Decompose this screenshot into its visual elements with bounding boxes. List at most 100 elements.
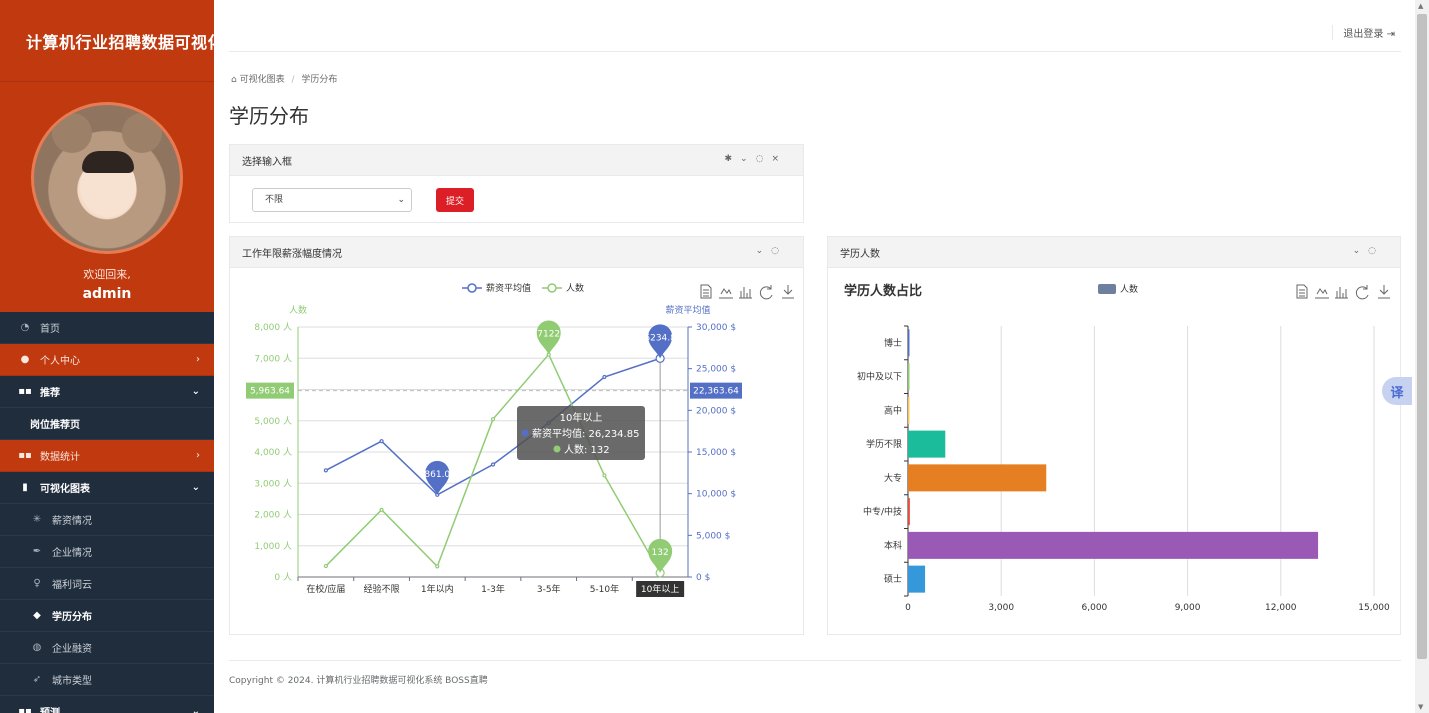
- main-content: 退出登录 ⇥ ⌂ 可视化图表 / 学历分布 学历分布 选择输入框 ✱⌄◌× 不限…: [214, 0, 1415, 713]
- left-tick-label: 3,000 人: [254, 478, 292, 489]
- scroll-down-arrow[interactable]: ▼: [1418, 703, 1423, 711]
- scroll-up-arrow[interactable]: ▲: [1418, 2, 1423, 10]
- bar-switch-icon[interactable]: [1335, 287, 1348, 299]
- sidebar-item-financing[interactable]: ◍ 企业融资: [0, 632, 214, 664]
- x-tick-label: 10年以上: [641, 583, 679, 595]
- chevron-down-icon[interactable]: ⌄: [1353, 246, 1369, 256]
- education-panel-title: 学历人数: [840, 248, 880, 260]
- chevron-right-icon: ›: [196, 450, 200, 461]
- user-icon: ●: [20, 354, 30, 365]
- chevron-right-icon: ›: [196, 354, 200, 365]
- y-tick-label: 硕士: [884, 573, 902, 585]
- footer: Copyright © 2024. 计算机行业招聘数据可视化系统 BOSS直聘: [229, 660, 1401, 686]
- bar-legend-label: 人数: [1120, 283, 1138, 295]
- grid-icon: ▪▪: [18, 450, 32, 461]
- refresh-icon[interactable]: ◌: [1368, 246, 1384, 256]
- download-icon[interactable]: [1378, 285, 1390, 299]
- y-tick-label: 大专: [884, 472, 902, 484]
- right-tick-label: 5,000 $: [696, 531, 730, 541]
- data-view-icon[interactable]: [1296, 284, 1308, 299]
- mark-point-2: 7122: [536, 320, 561, 355]
- translate-button[interactable]: 译: [1382, 377, 1412, 405]
- right-tick-label: 15,000 $: [696, 448, 736, 458]
- left-tick-label: 4,000 人: [254, 447, 292, 458]
- sidebar-item-statistics[interactable]: ▪▪ 数据统计 ›: [0, 440, 214, 472]
- chart-toolbox[interactable]: [700, 284, 794, 300]
- home-icon[interactable]: ⌂: [231, 75, 237, 85]
- data-point: [435, 564, 440, 569]
- education-select[interactable]: 不限 ⌄: [252, 188, 412, 212]
- chart-tooltip: 10年以上薪资平均值: 26,234.85 人数: 132: [517, 406, 645, 460]
- sidebar-item-profile[interactable]: ● 个人中心 ›: [0, 344, 214, 376]
- refresh-icon[interactable]: ◌: [771, 246, 787, 256]
- sidebar-item-job-recommend[interactable]: 岗位推荐页: [0, 408, 214, 440]
- chart-toolbox[interactable]: [1296, 284, 1390, 300]
- gear-icon[interactable]: ✱: [725, 154, 741, 164]
- refresh-icon[interactable]: ◌: [756, 154, 772, 164]
- page-title: 学历分布: [229, 104, 309, 128]
- breadcrumb-item-charts[interactable]: 可视化图表: [240, 75, 285, 85]
- close-icon[interactable]: ×: [771, 154, 787, 164]
- chevron-down-icon[interactable]: ⌄: [756, 246, 772, 256]
- mark-point-3-label: 132: [652, 548, 669, 558]
- line-chart[interactable]: 薪资平均值 人数人数 薪资平均值0 人1,000 人2,000 人3,000 人4,…: [230, 269, 803, 635]
- sidebar-item-education[interactable]: ◆ 学历分布: [0, 600, 214, 632]
- scrollbar[interactable]: ▲ ▼: [1415, 0, 1429, 713]
- x-tick-label: 0: [905, 603, 911, 613]
- sidebar-item-home[interactable]: ◔ 首页: [0, 312, 214, 344]
- work-years-panel-title: 工作年限薪涨幅度情况: [242, 248, 342, 260]
- copyright-text: Copyright © 2024. 计算机行业招聘数据可视化系统 BOSS直聘: [229, 676, 488, 686]
- sidebar-item-recommend[interactable]: ▪▪ 推荐 ⌄: [0, 376, 214, 408]
- line-switch-icon[interactable]: [1315, 288, 1329, 299]
- line-switch-icon[interactable]: [719, 288, 733, 299]
- restore-icon[interactable]: [1355, 285, 1369, 300]
- chevron-down-icon: ⌄: [191, 706, 200, 713]
- x-tick-label: 15,000: [1358, 603, 1390, 613]
- y-tick-label: 初中及以下: [857, 371, 902, 383]
- data-point: [323, 563, 328, 569]
- line-legend: 薪资平均值 人数: [462, 282, 584, 294]
- sidebar-item-company[interactable]: ✒ 企业情况: [0, 536, 214, 568]
- submit-button[interactable]: 提交: [436, 188, 474, 212]
- select-panel-header: 选择输入框 ✱⌄◌×: [230, 145, 803, 176]
- chevron-down-icon[interactable]: ⌄: [740, 154, 756, 164]
- logout-link[interactable]: 退出登录 ⇥: [1332, 25, 1395, 40]
- sidebar-item-city-type[interactable]: ➶ 城市类型: [0, 664, 214, 696]
- right-tick-label: 30,000 $: [696, 323, 736, 333]
- panel-tools: ⌄◌: [1353, 246, 1384, 256]
- left-axis-name: 人数: [289, 304, 307, 316]
- select-panel: 选择输入框 ✱⌄◌× 不限 ⌄ 提交: [229, 144, 804, 223]
- panel-tools: ✱⌄◌×: [725, 154, 788, 164]
- bar-chart[interactable]: 学历人数占比 人数 0 3,000 6,000 9,000 12,000 15,000 博士初中…: [828, 269, 1400, 635]
- y-tick-label: 中专/中技: [863, 506, 902, 518]
- work-years-panel-header: 工作年限薪涨幅度情况 ⌄◌: [230, 237, 803, 268]
- dashboard-icon: ◔: [20, 322, 30, 333]
- breadcrumb-item-current: 学历分布: [301, 75, 338, 85]
- scroll-thumb[interactable]: [1417, 14, 1427, 659]
- system-title: 计算机行业招聘数据可视化: [26, 32, 214, 52]
- avatar[interactable]: [31, 102, 183, 254]
- data-point: [490, 417, 496, 422]
- left-mark-label: 5,963.64: [250, 387, 290, 397]
- data-point: [602, 374, 607, 380]
- education-panel-header: 学历人数 ⌄◌: [828, 237, 1400, 268]
- right-axis-name: 薪资平均值: [665, 304, 710, 316]
- right-tick-label: 20,000 $: [696, 406, 736, 416]
- top-navbar: 退出登录 ⇥: [229, 0, 1401, 52]
- sidebar-item-predict[interactable]: ▪▪预测⌄: [0, 696, 214, 713]
- mark-point-0: 9861.04: [419, 460, 456, 495]
- data-view-icon[interactable]: [700, 284, 712, 299]
- download-icon[interactable]: [782, 285, 794, 299]
- asterisk-icon: ✳: [32, 514, 42, 525]
- legend-symbol-1: [547, 283, 557, 293]
- legend-symbol-0: [467, 283, 477, 293]
- x-tick-label: 3-5年: [537, 583, 561, 595]
- sidebar-item-welfare-cloud[interactable]: ♀ 福利词云: [0, 568, 214, 600]
- sidebar-item-salary[interactable]: ✳ 薪资情况: [0, 504, 214, 536]
- bar-switch-icon[interactable]: [739, 287, 752, 299]
- sign-out-icon: ⇥: [1386, 29, 1395, 40]
- sidebar-item-charts[interactable]: ▮ 可视化图表 ⌄: [0, 472, 214, 504]
- sidebar-menu: ◔ 首页 ● 个人中心 › ▪▪ 推荐 ⌄ 岗位推荐页 ▪▪ 数据统计 › ▮ 可视化图表 ⌄ ✳…: [0, 312, 214, 713]
- restore-icon[interactable]: [759, 285, 773, 300]
- x-tick-label: 1-3年: [481, 583, 505, 595]
